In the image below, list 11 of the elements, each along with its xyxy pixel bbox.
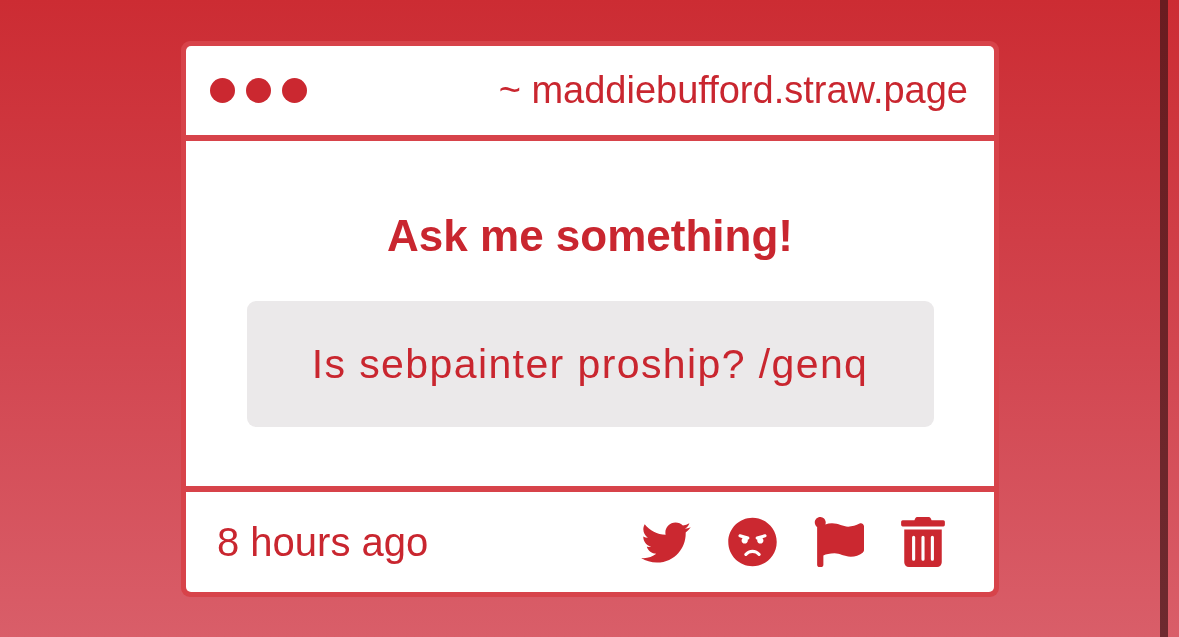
trash-icon[interactable]	[901, 517, 945, 567]
question-text: Is sebpainter proship? /genq	[246, 301, 934, 427]
dot-icon	[282, 78, 307, 103]
page-url: ~ maddiebufford.straw.page	[498, 69, 968, 112]
flag-icon[interactable]	[814, 517, 864, 567]
angry-face-icon[interactable]	[728, 517, 777, 567]
dot-icon	[210, 78, 235, 103]
bird-icon[interactable]	[641, 521, 691, 563]
timestamp: 8 hours ago	[217, 519, 429, 565]
card-title: Ask me something!	[387, 210, 793, 262]
dot-icon	[246, 78, 271, 103]
